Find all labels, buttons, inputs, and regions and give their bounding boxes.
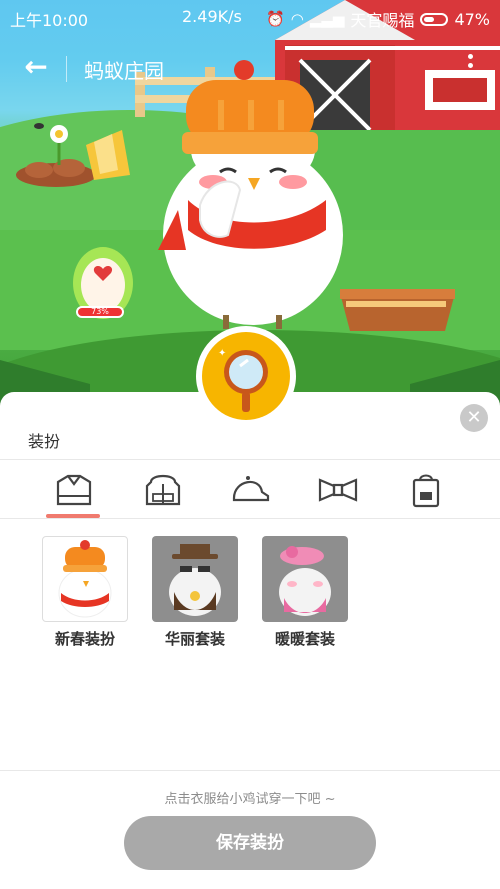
farm-scene: 73% ✦ 上午10:00 2.49K/s ⏰ ◠ ▂▃▅ 天官赐福 47% ←… xyxy=(0,0,500,420)
chicken-warm-outfit-image xyxy=(279,546,331,616)
hat-icon xyxy=(232,476,270,502)
category-tabs xyxy=(0,460,500,518)
flower-garden-illustration xyxy=(16,123,130,187)
app-bar: ← 蚂蚁庄园 xyxy=(0,40,500,94)
tab-hat[interactable] xyxy=(220,468,280,514)
back-arrow-icon: ← xyxy=(24,50,48,83)
signal-icon: ▂▃▅ xyxy=(309,10,345,28)
outfit-label: 新春装扮 xyxy=(54,630,115,648)
mirror-button[interactable]: ✦ xyxy=(196,326,296,420)
outfit-item[interactable]: 华丽套装 xyxy=(152,536,238,649)
tab-clothes[interactable] xyxy=(44,468,104,514)
save-outfit-button[interactable]: 保存装扮 xyxy=(124,816,376,870)
chicken-character[interactable] xyxy=(148,60,358,335)
panel-title: 装扮 xyxy=(28,432,61,451)
chicken-new-year-outfit-image xyxy=(58,540,112,618)
chicken-fancy-outfit-image xyxy=(169,544,221,616)
outfit-label: 华丽套装 xyxy=(164,630,225,648)
status-bar: 上午10:00 2.49K/s ⏰ ◠ ▂▃▅ 天官赐福 47% xyxy=(0,0,500,34)
clothes-icon xyxy=(56,474,92,506)
back-button[interactable]: ← xyxy=(18,50,54,86)
outfit-item[interactable]: 新春装扮 xyxy=(42,536,128,649)
status-time: 上午10:00 xyxy=(10,11,89,30)
food-trough-illustration[interactable] xyxy=(340,285,455,333)
dress-up-panel: 装扮 ✕ 新春装扮 华丽套装 暖暖套装 点击衣服给小鸡试穿一下吧 ~ 保存装扮 xyxy=(0,392,500,889)
tab-bowtie[interactable] xyxy=(308,468,368,514)
battery-icon xyxy=(420,12,449,26)
outfit-thumbnail xyxy=(42,536,128,622)
outfit-item[interactable]: 暖暖套装 xyxy=(262,536,348,649)
hint-text: 点击衣服给小鸡试穿一下吧 ~ xyxy=(164,792,336,807)
more-dot-icon xyxy=(467,54,473,59)
more-dot-icon xyxy=(467,63,473,68)
close-icon: ✕ xyxy=(466,407,482,428)
outfit-label: 暖暖套装 xyxy=(274,630,335,648)
wifi-icon: ◠ xyxy=(290,10,304,28)
network-speed: 2.49K/s xyxy=(182,7,242,26)
divider xyxy=(0,518,500,519)
carrier-name: 天官赐福 xyxy=(350,11,415,30)
tab-bag[interactable] xyxy=(396,468,456,514)
bag-icon xyxy=(412,474,440,508)
app-bar-divider xyxy=(66,56,67,82)
outfit-thumbnail xyxy=(262,536,348,622)
alarm-icon: ⏰ xyxy=(266,10,285,28)
tab-hoodie[interactable] xyxy=(133,468,193,514)
close-button[interactable]: ✕ xyxy=(460,404,488,432)
bowtie-icon xyxy=(318,478,358,502)
outfit-list: 新春装扮 华丽套装 暖暖套装 xyxy=(0,536,500,656)
more-dot-icon xyxy=(467,72,473,77)
divider xyxy=(0,770,500,771)
more-options-button[interactable] xyxy=(462,50,478,86)
mirror-icon: ✦ xyxy=(202,332,290,420)
outfit-thumbnail xyxy=(152,536,238,622)
egg-progress-badge: 73% xyxy=(76,306,124,318)
battery-percent: 47% xyxy=(454,9,490,29)
svg-text:✦: ✦ xyxy=(218,348,226,359)
page-title: 蚂蚁庄园 xyxy=(84,59,164,83)
hoodie-icon xyxy=(145,474,181,506)
